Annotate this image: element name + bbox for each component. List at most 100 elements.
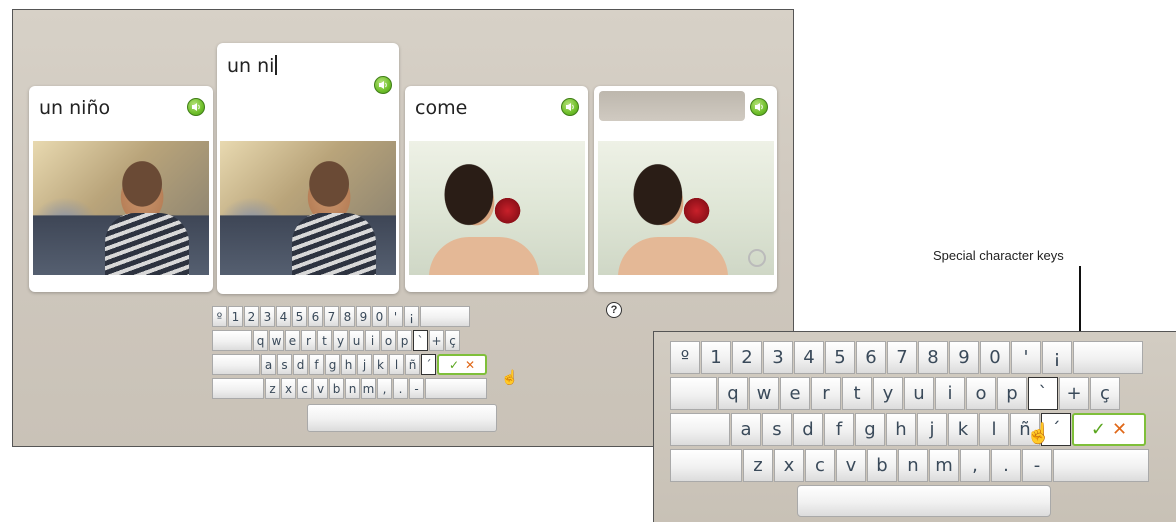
r-key[interactable]: r xyxy=(811,377,841,410)
2-key[interactable]: 2 xyxy=(244,306,259,327)
acute-accent-key[interactable]: ´ xyxy=(421,354,436,375)
7-key[interactable]: 7 xyxy=(324,306,339,327)
p-key[interactable]: p xyxy=(397,330,412,351)
blank-answer-field[interactable] xyxy=(599,91,745,121)
w-key[interactable]: w xyxy=(749,377,779,410)
comma-key[interactable]: , xyxy=(960,449,990,482)
c-key[interactable]: c xyxy=(297,378,312,399)
help-icon[interactable]: ? xyxy=(606,302,622,318)
c-key[interactable]: c xyxy=(805,449,835,482)
h-key[interactable]: h xyxy=(341,354,356,375)
m-key[interactable]: m xyxy=(361,378,376,399)
e-key[interactable]: e xyxy=(780,377,810,410)
6-key[interactable]: 6 xyxy=(856,341,886,374)
w-key[interactable]: w xyxy=(269,330,284,351)
9-key[interactable]: 9 xyxy=(356,306,371,327)
o-key[interactable]: o xyxy=(966,377,996,410)
hyphen-key[interactable]: - xyxy=(1022,449,1052,482)
x-key[interactable]: x xyxy=(281,378,296,399)
space-key[interactable] xyxy=(797,485,1051,517)
3-key[interactable]: 3 xyxy=(260,306,275,327)
n-key[interactable]: n xyxy=(898,449,928,482)
tab-key[interactable] xyxy=(670,377,717,410)
v-key[interactable]: v xyxy=(313,378,328,399)
f-key[interactable]: f xyxy=(309,354,324,375)
4-key[interactable]: 4 xyxy=(276,306,291,327)
a-key[interactable]: a xyxy=(261,354,276,375)
l-key[interactable]: l xyxy=(389,354,404,375)
f-key[interactable]: f xyxy=(824,413,854,446)
7-key[interactable]: 7 xyxy=(887,341,917,374)
8-key[interactable]: 8 xyxy=(918,341,948,374)
blank-key[interactable] xyxy=(1073,341,1143,374)
d-key[interactable]: d xyxy=(793,413,823,446)
1-key[interactable]: 1 xyxy=(701,341,731,374)
speaker-icon[interactable] xyxy=(561,98,579,116)
b-key[interactable]: b xyxy=(867,449,897,482)
k-key[interactable]: k xyxy=(373,354,388,375)
5-key[interactable]: 5 xyxy=(292,306,307,327)
inverted-exclamation-key[interactable]: ¡ xyxy=(404,306,419,327)
u-key[interactable]: u xyxy=(349,330,364,351)
4-key[interactable]: 4 xyxy=(794,341,824,374)
6-key[interactable]: 6 xyxy=(308,306,323,327)
j-key[interactable]: j xyxy=(357,354,372,375)
c-cedilla-key[interactable]: ç xyxy=(445,330,460,351)
hyphen-key[interactable]: - xyxy=(409,378,424,399)
a-key[interactable]: a xyxy=(731,413,761,446)
tab-key[interactable] xyxy=(212,330,252,351)
word-card-1[interactable]: un niño xyxy=(29,86,213,292)
z-key[interactable]: z xyxy=(265,378,280,399)
2-key[interactable]: 2 xyxy=(732,341,762,374)
z-key[interactable]: z xyxy=(743,449,773,482)
n-key[interactable]: n xyxy=(345,378,360,399)
h-key[interactable]: h xyxy=(886,413,916,446)
caps-key[interactable] xyxy=(212,354,260,375)
shift-key-right[interactable] xyxy=(1053,449,1149,482)
apostrophe-key[interactable]: ' xyxy=(1011,341,1041,374)
s-key[interactable]: s xyxy=(277,354,292,375)
l-key[interactable]: l xyxy=(979,413,1009,446)
9-key[interactable]: 9 xyxy=(949,341,979,374)
t-key[interactable]: t xyxy=(317,330,332,351)
m-key[interactable]: m xyxy=(929,449,959,482)
ordinal-key[interactable]: º xyxy=(670,341,700,374)
check-answer-button[interactable]: ✓ ✕ xyxy=(437,354,487,375)
o-key[interactable]: o xyxy=(381,330,396,351)
k-key[interactable]: k xyxy=(948,413,978,446)
word-card-3[interactable]: come xyxy=(405,86,588,292)
1-key[interactable]: 1 xyxy=(228,306,243,327)
g-key[interactable]: g xyxy=(325,354,340,375)
apostrophe-key[interactable]: ' xyxy=(388,306,403,327)
s-key[interactable]: s xyxy=(762,413,792,446)
blank-key[interactable] xyxy=(420,306,470,327)
i-key[interactable]: i xyxy=(935,377,965,410)
d-key[interactable]: d xyxy=(293,354,308,375)
speaker-icon[interactable] xyxy=(187,98,205,116)
speaker-icon[interactable] xyxy=(750,98,768,116)
replay-icon[interactable] xyxy=(748,249,766,267)
0-key[interactable]: 0 xyxy=(372,306,387,327)
p-key[interactable]: p xyxy=(997,377,1027,410)
plus-key[interactable]: + xyxy=(429,330,444,351)
5-key[interactable]: 5 xyxy=(825,341,855,374)
period-key[interactable]: . xyxy=(393,378,408,399)
grave-accent-key[interactable]: ` xyxy=(1028,377,1058,410)
ordinal-key[interactable]: º xyxy=(212,306,227,327)
r-key[interactable]: r xyxy=(301,330,316,351)
q-key[interactable]: q xyxy=(253,330,268,351)
u-key[interactable]: u xyxy=(904,377,934,410)
n-tilde-key[interactable]: ñ xyxy=(405,354,420,375)
word-card-2-active[interactable]: un ni xyxy=(217,43,399,294)
e-key[interactable]: e xyxy=(285,330,300,351)
t-key[interactable]: t xyxy=(842,377,872,410)
j-key[interactable]: j xyxy=(917,413,947,446)
i-key[interactable]: i xyxy=(365,330,380,351)
shift-key[interactable] xyxy=(212,378,264,399)
plus-key[interactable]: + xyxy=(1059,377,1089,410)
answer-input[interactable]: un ni xyxy=(227,55,278,77)
g-key[interactable]: g xyxy=(855,413,885,446)
8-key[interactable]: 8 xyxy=(340,306,355,327)
c-cedilla-key[interactable]: ç xyxy=(1090,377,1120,410)
q-key[interactable]: q xyxy=(718,377,748,410)
